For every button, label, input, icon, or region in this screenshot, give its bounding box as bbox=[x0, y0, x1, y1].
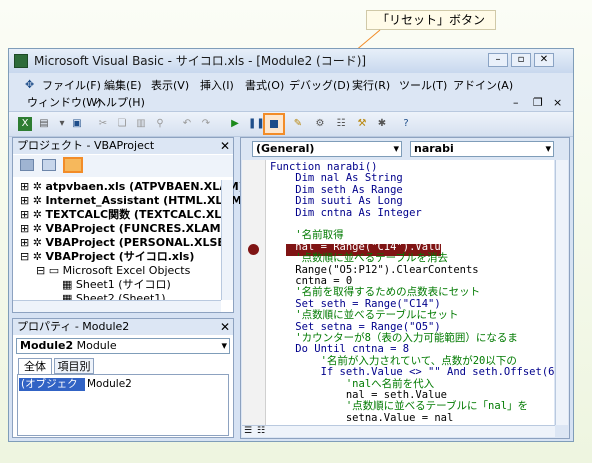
copy-icon[interactable]: ❏ bbox=[115, 117, 129, 131]
code-line: If seth.Value <> "" And seth.Offset(6, bbox=[270, 366, 554, 379]
object-browser-icon[interactable]: ⚒ bbox=[355, 117, 369, 131]
menu-run[interactable]: 実行(R) bbox=[352, 79, 390, 93]
redo-icon[interactable]: ↷ bbox=[199, 117, 213, 131]
toolbox-icon[interactable]: ✱ bbox=[375, 117, 389, 131]
help-icon[interactable]: ? bbox=[399, 117, 413, 131]
tab-categorized[interactable]: 項目別 bbox=[54, 358, 94, 374]
properties-window-icon[interactable]: ☷ bbox=[334, 117, 348, 131]
menu-format[interactable]: 書式(O) bbox=[245, 79, 284, 93]
menu-view[interactable]: 表示(V) bbox=[151, 79, 189, 93]
project-hscrollbar[interactable] bbox=[13, 300, 221, 312]
property-value-cell[interactable]: Module2 bbox=[87, 378, 227, 391]
code-line: Dim suuti As Long bbox=[270, 195, 403, 208]
tree-item[interactable]: ⊞ ✲ VBAProject (FUNCRES.XLAM) bbox=[20, 222, 226, 236]
doc-close-icon[interactable]: × bbox=[553, 96, 562, 110]
object-type: Module bbox=[76, 339, 117, 352]
dropdown-arrow-icon[interactable]: ▾ bbox=[55, 117, 69, 131]
expand-icon: ⊞ ✲ bbox=[20, 208, 46, 221]
properties-pane-close-icon[interactable]: ✕ bbox=[220, 320, 230, 334]
project-vscrollbar[interactable] bbox=[221, 180, 233, 300]
run-icon[interactable]: ▶ bbox=[228, 117, 242, 131]
full-module-view-icon[interactable]: ☷ bbox=[257, 426, 265, 436]
chevron-down-icon: ▾ bbox=[221, 339, 227, 352]
expand-icon: ⊞ ✲ bbox=[20, 180, 46, 193]
menu-bar: ✥ ファイル(F) 編集(E) 表示(V) 挿入(I) 書式(O) デバッグ(D… bbox=[9, 73, 573, 111]
toggle-folders-icon[interactable] bbox=[63, 157, 83, 173]
vbe-app-icon bbox=[14, 54, 28, 68]
code-vscrollbar[interactable] bbox=[555, 160, 568, 425]
code-line: '点数順に並べるテーブルにセット bbox=[270, 309, 459, 322]
stop-icon bbox=[270, 120, 278, 128]
expand-icon: ⊞ ✲ bbox=[20, 194, 46, 207]
undo-icon[interactable]: ↶ bbox=[180, 117, 194, 131]
find-icon[interactable]: ⚲ bbox=[153, 117, 167, 131]
tree-item[interactable]: ⊟ ✲ VBAProject (サイコロ.xls) bbox=[20, 250, 194, 264]
menu-file[interactable]: ファイル(F) bbox=[42, 79, 101, 93]
object-name: Module2 bbox=[20, 339, 74, 352]
expand-icon: ⊞ ✲ bbox=[20, 222, 46, 235]
menu-tools[interactable]: ツール(T) bbox=[399, 79, 447, 93]
paste-icon[interactable]: ▥ bbox=[134, 117, 148, 131]
menu-insert[interactable]: 挿入(I) bbox=[200, 79, 234, 93]
code-hscrollbar[interactable] bbox=[242, 425, 555, 437]
collapse-icon: ⊟ ✲ bbox=[20, 250, 46, 263]
sheet-icon: ▦ bbox=[62, 278, 76, 291]
doc-minimize-icon[interactable]: – bbox=[513, 96, 519, 110]
project-pane-close-icon[interactable]: ✕ bbox=[220, 139, 230, 153]
chevron-down-icon: ▾ bbox=[545, 142, 551, 155]
code-lines: Function narabi() Dim nal As String Dim … bbox=[270, 160, 554, 425]
maximize-button[interactable]: ▫ bbox=[511, 53, 531, 67]
design-mode-icon[interactable]: ✎ bbox=[291, 117, 305, 131]
tree-item[interactable]: ▦ Sheet1 (サイコロ) bbox=[62, 278, 171, 292]
procedure-combo[interactable]: narabi ▾ bbox=[410, 141, 554, 157]
procedure-view-icon[interactable]: ☰ bbox=[244, 426, 252, 436]
insert-module-icon[interactable]: ▤ bbox=[37, 117, 51, 131]
view-excel-icon[interactable]: X bbox=[18, 117, 32, 131]
code-line: Dim cntna As Integer bbox=[270, 206, 422, 219]
chevron-down-icon: ▾ bbox=[393, 142, 399, 155]
menu-help[interactable]: ヘルプ(H) bbox=[95, 96, 145, 110]
menu-addins[interactable]: アドイン(A) bbox=[453, 79, 513, 93]
margin-indicator-bar[interactable] bbox=[242, 160, 266, 425]
project-explorer-icon[interactable]: ⚙ bbox=[313, 117, 327, 131]
reset-button[interactable] bbox=[263, 113, 285, 135]
minimize-button[interactable]: – bbox=[488, 53, 508, 67]
view-object-icon[interactable] bbox=[42, 159, 56, 171]
tree-item[interactable]: ⊞ ✲ VBAProject (PERSONAL.XLSB) bbox=[20, 236, 231, 250]
close-button[interactable]: ✕ bbox=[534, 53, 554, 67]
breakpoint-icon[interactable] bbox=[248, 244, 259, 255]
callout-label: 「リセット」ボタン bbox=[366, 10, 496, 30]
window-title: Microsoft Visual Basic - サイコロ.xls - [Mod… bbox=[34, 54, 367, 68]
object-selector[interactable]: Module2 Module ▾ bbox=[16, 338, 230, 354]
menu-debug[interactable]: デバッグ(D) bbox=[289, 79, 350, 93]
vba-menu-icon: ✥ bbox=[25, 78, 35, 91]
cut-icon[interactable]: ✂ bbox=[96, 117, 110, 131]
menu-edit[interactable]: 編集(E) bbox=[104, 79, 142, 93]
tree-item[interactable]: ⊞ ✲ atpvbaen.xls (ATPVBAEN.XLAM) bbox=[20, 180, 244, 194]
tree-item[interactable]: ⊞ ✲ TEXTCALC関数 (TEXTCALC.XLA bbox=[20, 208, 230, 222]
object-combo[interactable]: (General) ▾ bbox=[252, 141, 402, 157]
tab-alphabetic[interactable]: 全体 bbox=[18, 358, 52, 374]
properties-pane-title: プロパティ - Module2 bbox=[13, 319, 233, 335]
code-line: '点数順に並べるテーブルを消去 bbox=[270, 252, 448, 265]
project-pane-title: プロジェクト - VBAProject bbox=[13, 138, 233, 154]
tree-item[interactable]: ⊟ ▭ Microsoft Excel Objects bbox=[36, 264, 190, 278]
property-name-cell[interactable]: (オブジェクト名) bbox=[19, 378, 85, 403]
tree-item[interactable]: ⊞ ✲ Internet_Assistant (HTML.XLAM) bbox=[20, 194, 247, 208]
view-code-icon[interactable] bbox=[20, 159, 34, 171]
folder-icon: ⊟ ▭ bbox=[36, 264, 63, 277]
object-combo-value: (General) bbox=[256, 142, 315, 155]
doc-restore-icon[interactable]: ❐ bbox=[533, 96, 543, 110]
procedure-combo-value: narabi bbox=[414, 142, 454, 155]
code-line: setna.Value = nal bbox=[270, 411, 454, 424]
save-icon[interactable]: ▣ bbox=[70, 117, 84, 131]
break-icon[interactable]: ❚❚ bbox=[248, 117, 265, 131]
expand-icon: ⊞ ✲ bbox=[20, 236, 46, 249]
menu-window[interactable]: ウィンドウ(W) bbox=[27, 96, 101, 110]
